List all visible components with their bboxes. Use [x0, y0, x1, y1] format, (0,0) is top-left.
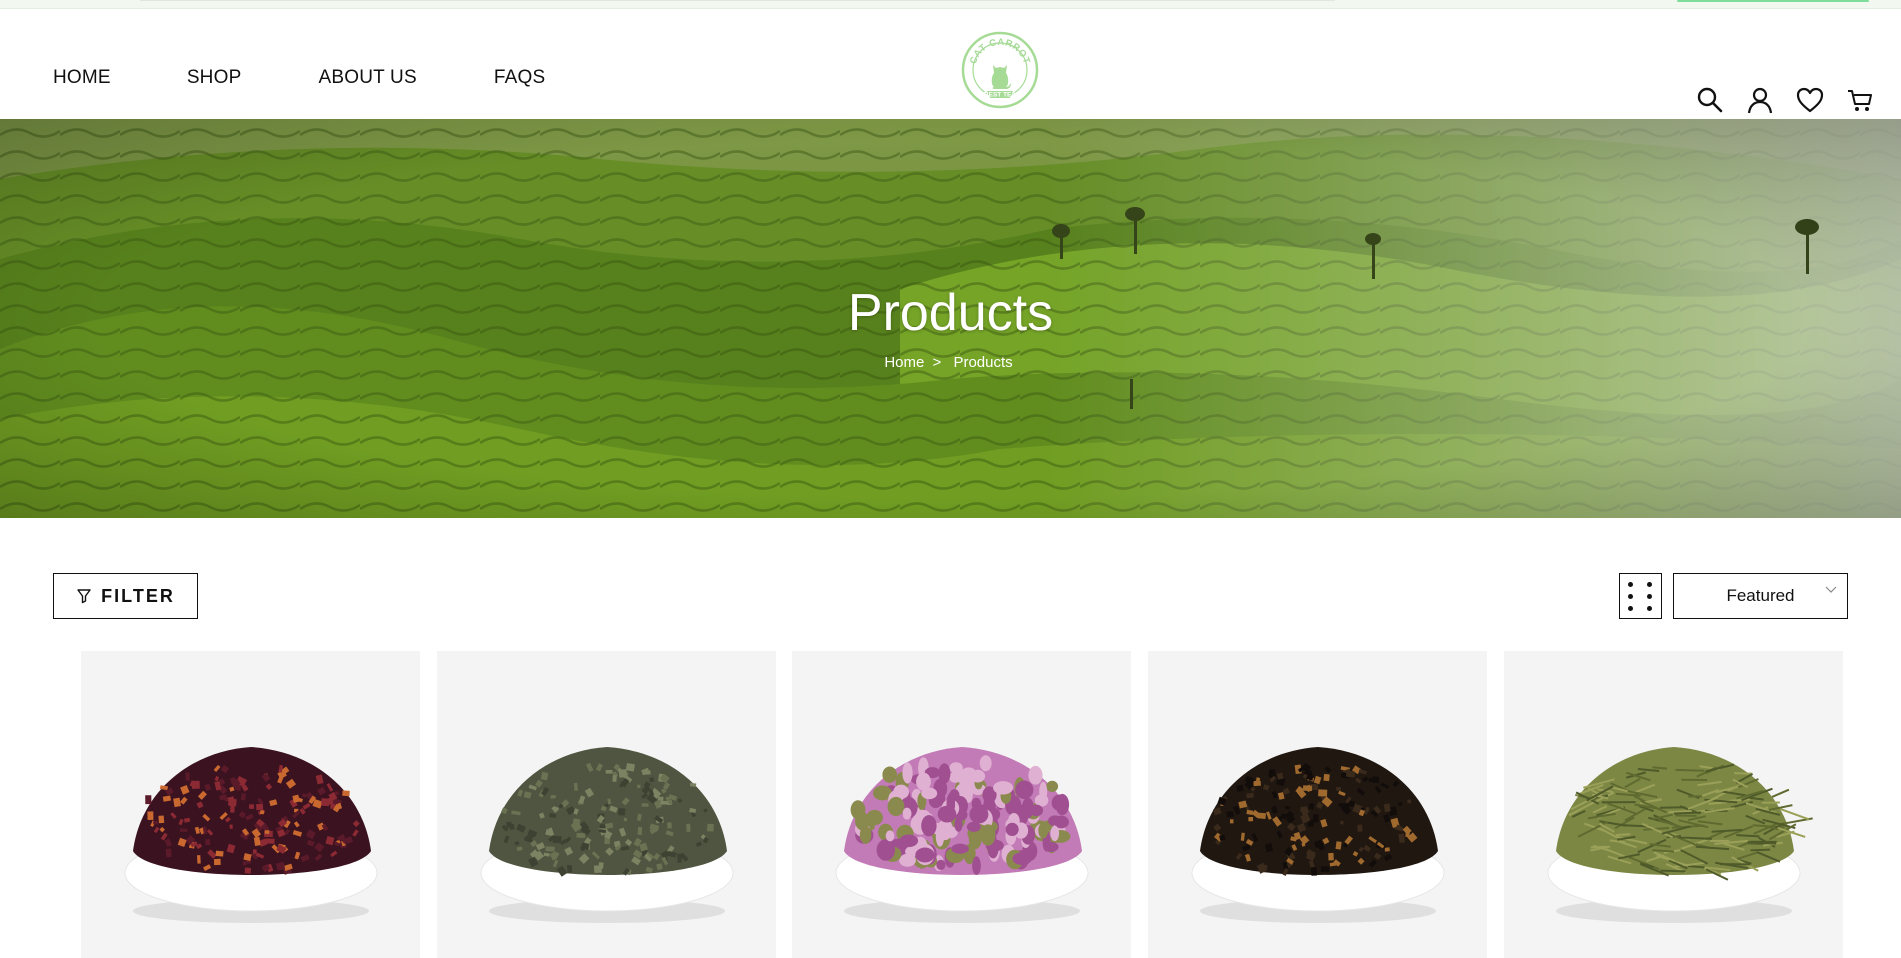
product-image — [835, 747, 1089, 923]
site-header: HOME SHOP ABOUT US FAQS CAT CARROT BEST … — [0, 9, 1901, 119]
chevron-down-icon — [1825, 586, 1837, 593]
grid-dot-icon — [1628, 582, 1633, 587]
nav-home[interactable]: HOME — [53, 67, 111, 89]
cart-icon[interactable] — [1845, 85, 1875, 115]
top-bar-accent — [1677, 0, 1869, 2]
grid-dot-icon — [1647, 594, 1652, 599]
product-card[interactable] — [1148, 651, 1487, 958]
breadcrumb-home[interactable]: Home — [884, 354, 924, 371]
product-image — [124, 747, 378, 923]
hero-banner: Products Home > Products — [0, 119, 1901, 518]
wishlist-heart-icon[interactable] — [1795, 85, 1825, 115]
page-title: Products — [847, 284, 1054, 342]
site-logo[interactable]: CAT CARROT BEST TEA — [961, 31, 1039, 109]
grid-dot-icon — [1628, 606, 1633, 611]
cat-carrot-logo-icon: CAT CARROT BEST TEA — [961, 31, 1039, 109]
product-image — [480, 747, 734, 923]
sort-selected-value: Featured — [1726, 586, 1795, 605]
product-image — [1547, 747, 1813, 923]
product-card[interactable] — [792, 651, 1131, 958]
product-card[interactable] — [81, 651, 420, 958]
main-nav: HOME SHOP ABOUT US FAQS — [53, 67, 545, 89]
nav-shop[interactable]: SHOP — [187, 67, 242, 89]
product-card[interactable] — [437, 651, 776, 958]
header-actions — [1695, 85, 1875, 115]
breadcrumb-separator: > — [932, 354, 942, 371]
top-bar-line — [140, 0, 1335, 1]
top-announcement-bar — [0, 0, 1901, 9]
logo-text-bottom: BEST TEA — [984, 92, 1016, 99]
grid-dot-icon — [1647, 582, 1652, 587]
account-icon[interactable] — [1745, 85, 1775, 115]
filter-label: FILTER — [101, 585, 175, 606]
nav-faqs[interactable]: FAQS — [494, 67, 545, 89]
filter-button[interactable]: FILTER — [53, 573, 198, 619]
product-image — [1191, 747, 1445, 923]
sort-select[interactable]: Featured — [1673, 573, 1848, 619]
product-card[interactable] — [1504, 651, 1843, 958]
breadcrumb-current: Products — [953, 354, 1013, 371]
grid-dot-icon — [1647, 606, 1652, 611]
grid-view-toggle[interactable] — [1619, 573, 1662, 619]
grid-dot-icon — [1628, 594, 1633, 599]
filter-funnel-icon — [77, 589, 91, 604]
search-icon[interactable] — [1695, 85, 1725, 115]
nav-about-us[interactable]: ABOUT US — [318, 67, 416, 89]
breadcrumb: Home > Products — [0, 354, 1901, 371]
